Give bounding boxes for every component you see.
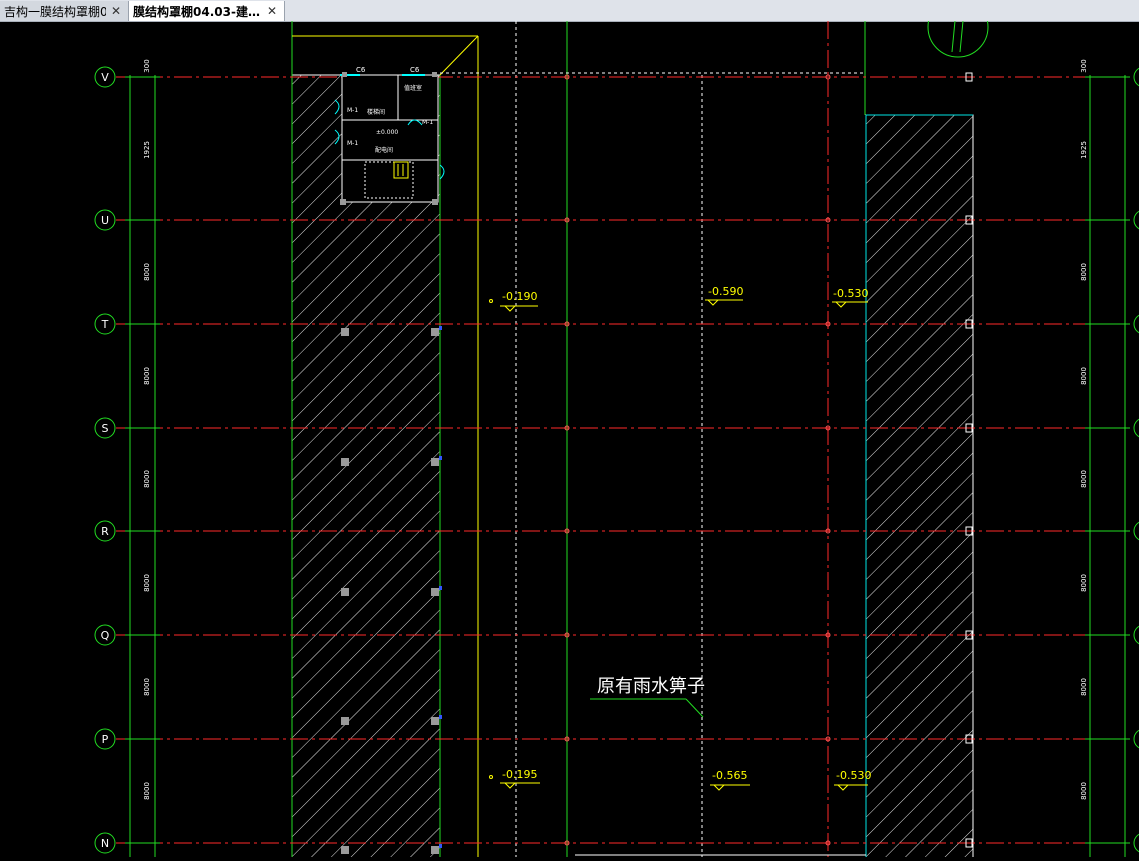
cad-drawing[interactable]: V V U U T T S S R R Q Q P P N N 300 1925 8000 8000 8000 8000 8… (0, 0, 1139, 861)
room-label: 配电间 (375, 146, 393, 154)
elevation-marker[interactable]: -0.590 (705, 285, 743, 306)
dimension-label: 8000 (143, 782, 151, 800)
axis-bubble-left[interactable]: Q (94, 624, 116, 646)
axis-bubble-left[interactable]: S (94, 417, 116, 439)
dimension-label: 8000 (1080, 574, 1088, 592)
dimension-label: 8000 (143, 574, 151, 592)
room-label: 值班室 (404, 84, 422, 92)
column-marker (431, 846, 439, 854)
column-marker (431, 717, 439, 725)
axis-bubble-label: V (101, 71, 109, 84)
column-marker (341, 717, 349, 725)
room-label: M-1 (347, 140, 358, 147)
room-label: M-1 (422, 119, 433, 126)
axis-bubble-label: T (101, 318, 109, 331)
axis-bubble-label: N (101, 837, 109, 850)
document-tab-1-title: 吉构一膜结构罩棚0… (4, 4, 106, 19)
axis-bubble-left[interactable]: T (94, 313, 116, 335)
room-label: M-1 (347, 107, 358, 114)
elevation-marker[interactable]: -0.530 (832, 287, 868, 308)
column-marker (341, 588, 349, 596)
axis-bubble-right[interactable]: Q (1133, 625, 1139, 645)
dimension-label: 8000 (143, 263, 151, 281)
dimension-label: 8000 (143, 470, 151, 488)
axis-bubble-right[interactable]: V (1133, 67, 1139, 87)
room-label: C6 (356, 66, 366, 74)
axis-bubble-right[interactable]: T (1133, 314, 1139, 334)
elevation-label: -0.190 (502, 290, 537, 303)
rain-grate-annotation[interactable]: 原有雨水箅子 (590, 676, 705, 718)
dimension-label: 8000 (143, 367, 151, 385)
axis-bubble-label: P (102, 733, 109, 746)
axis-bubble-right[interactable]: R (1133, 521, 1139, 541)
document-tab-bar: 吉构一膜结构罩棚0… ✕ 膜结构罩棚04.03-建… ✕ (0, 0, 1139, 22)
room-label: C6 (410, 66, 420, 74)
elevation-label: -0.530 (836, 769, 871, 782)
dimension-label: 1925 (143, 141, 151, 159)
document-tab-2-title: 膜结构罩棚04.03-建… (133, 4, 260, 19)
elevation-marker[interactable]: -0.195 (489, 768, 541, 789)
dimension-label: 8000 (143, 678, 151, 696)
dimension-label: 8000 (1080, 782, 1088, 800)
dimension-label: 1925 (1080, 141, 1088, 159)
room-label: 楼梯间 (367, 108, 385, 116)
column-marker (341, 846, 349, 854)
elevation-label: -0.530 (833, 287, 868, 300)
dimension-label: 8000 (1080, 470, 1088, 488)
column-marker (431, 588, 439, 596)
column-marker (341, 328, 349, 336)
elevation-marker[interactable]: -0.565 (710, 769, 750, 791)
room-label: ±0.000 (376, 129, 398, 136)
axis-bubble-left[interactable]: N (94, 832, 116, 854)
annotation-text: 原有雨水箅子 (597, 676, 705, 697)
drawing-canvas[interactable]: V V U U T T S S R R Q Q P P N N 300 1925 8000 8000 8000 8000 8… (0, 0, 1139, 861)
axis-bubble-label: Q (101, 629, 110, 642)
document-tab-2[interactable]: 膜结构罩棚04.03-建… ✕ (129, 1, 285, 21)
axis-bubble-right[interactable]: N (1133, 833, 1139, 853)
stair-room-block[interactable]: C6 C6 楼梯间 值班室 配电间 ±0.000 M-1 M-1 M-1 (334, 66, 445, 205)
axis-bubble-right[interactable]: S (1133, 418, 1139, 438)
close-icon[interactable]: ✕ (110, 4, 122, 18)
document-tab-1[interactable]: 吉构一膜结构罩棚0… ✕ (0, 1, 129, 21)
dimension-label: 8000 (1080, 367, 1088, 385)
axis-bubble-label: R (101, 525, 109, 538)
column-marker (341, 458, 349, 466)
column-marker (431, 328, 439, 336)
axis-bubble-left[interactable]: V (94, 66, 116, 88)
elevation-label: -0.195 (502, 768, 537, 781)
axis-bubble-right[interactable]: P (1133, 729, 1139, 749)
elevation-label: -0.565 (712, 769, 747, 782)
elevation-marker[interactable]: -0.190 (489, 290, 539, 312)
dimension-label: 8000 (1080, 678, 1088, 696)
axis-bubble-label: S (102, 422, 109, 435)
axis-bubble-left[interactable]: P (94, 728, 116, 750)
dimension-label: 300 (1080, 59, 1088, 72)
column-marker (431, 458, 439, 466)
dimension-label: 8000 (1080, 263, 1088, 281)
dimension-label: 300 (143, 59, 151, 72)
axis-bubble-label: U (101, 214, 109, 227)
axis-bubble-left[interactable]: R (94, 520, 116, 542)
axis-bubble-left[interactable]: U (94, 209, 116, 231)
axis-bubble-right[interactable]: U (1133, 210, 1139, 230)
close-icon[interactable]: ✕ (266, 4, 278, 18)
elevation-label: -0.590 (708, 285, 743, 298)
hatched-zone-right (865, 114, 974, 861)
